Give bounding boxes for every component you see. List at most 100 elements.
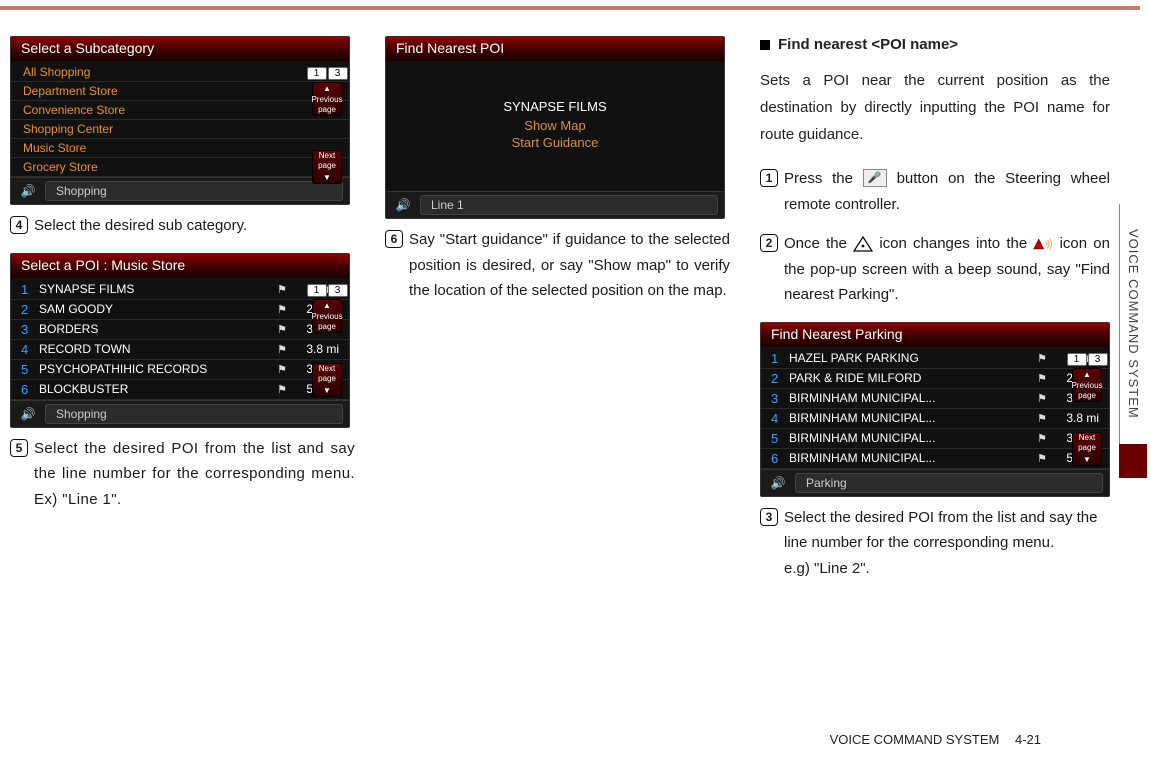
flag-icon: ⚑ — [1033, 432, 1051, 445]
device-body: SYNAPSE FILMS Show Map Start Guidance — [386, 61, 724, 191]
arrow-up-icon — [323, 300, 331, 311]
content-area: Select a Subcategory All Shopping Depart… — [10, 36, 1110, 595]
nav-sidebar: 1 3 Previous page Next page — [1069, 353, 1105, 466]
poi-title: SYNAPSE FILMS — [386, 99, 724, 114]
arrow-down-icon — [323, 172, 331, 183]
line-number: 2 — [771, 371, 789, 386]
step-number: 3 — [760, 508, 778, 526]
list-item: 2PARK & RIDE MILFORD⚑2.5 mi — [761, 369, 1109, 389]
top-stripe — [0, 6, 1140, 10]
poi-name: BLOCKBUSTER — [39, 382, 273, 396]
step-number: 2 — [760, 234, 778, 252]
next-label: Next page — [313, 364, 341, 384]
screenshot-subcategory: Select a Subcategory All Shopping Depart… — [10, 36, 350, 205]
device-body: 1SYNAPSE FILMS⚑2.0 mi2SAM GOODY⚑2.5 mi3B… — [11, 278, 349, 400]
screenshot-nearest-parking: Find Nearest Parking 1HAZEL PARK PARKING… — [760, 322, 1110, 497]
triangle-icon — [853, 235, 873, 251]
step-text: Once the icon changes into the icon on t… — [784, 231, 1110, 308]
screenshot-nearest-poi: Find Nearest POI SYNAPSE FILMS Show Map … — [385, 36, 725, 219]
page-total: 3 — [328, 67, 348, 80]
step-text: Select the desired POI from the list and… — [784, 505, 1110, 582]
next-label: Next page — [313, 151, 341, 171]
category-row: Shopping Center — [11, 120, 349, 139]
arrow-up-icon — [323, 83, 331, 94]
flag-icon: ⚑ — [1033, 412, 1051, 425]
arrow-down-icon — [323, 385, 331, 396]
line-number: 3 — [771, 391, 789, 406]
device-footer: 🔊 Shopping — [11, 400, 349, 427]
column-2: Find Nearest POI SYNAPSE FILMS Show Map … — [385, 36, 730, 595]
poi-name: PARK & RIDE MILFORD — [789, 371, 1033, 385]
step-number: 5 — [10, 439, 28, 457]
option-show-map[interactable]: Show Map — [386, 118, 724, 133]
prev-label: Previous page — [1071, 381, 1102, 401]
step-6: 6 Say "Start guidance" if guidance to th… — [385, 227, 730, 304]
category-row: Music Store — [11, 139, 349, 158]
option-start-guidance[interactable]: Start Guidance — [386, 135, 724, 150]
arrow-up-icon — [1083, 369, 1091, 380]
device-header: Select a Subcategory — [11, 37, 349, 61]
page-footer: VOICE COMMAND SYSTEM 4-21 — [830, 732, 1041, 747]
flag-icon: ⚑ — [1033, 372, 1051, 385]
device-header: Find Nearest POI — [386, 37, 724, 61]
step-text-part: icon changes into the — [879, 235, 1033, 252]
triangle-sound-icon — [1033, 235, 1053, 251]
page-current: 1 — [307, 284, 327, 297]
step-number: 6 — [385, 230, 403, 248]
device-body: 1HAZEL PARK PARKING⚑2.0 mi 2PARK & RIDE M… — [761, 347, 1109, 469]
device-body: All Shopping Department Store Convenienc… — [11, 61, 349, 177]
step-text-part: Once the — [784, 235, 853, 252]
line-number: 6 — [771, 451, 789, 466]
line-number: 4 — [771, 411, 789, 426]
poi-name: RECORD TOWN — [39, 342, 273, 356]
line-number: 6 — [21, 382, 39, 397]
next-page-button[interactable]: Next page — [312, 363, 342, 397]
flag-icon: ⚑ — [1033, 352, 1051, 365]
step-text-part: Press the — [784, 170, 863, 187]
arrow-down-icon — [1083, 454, 1091, 465]
flag-icon: ⚑ — [273, 283, 291, 296]
prev-page-button[interactable]: Previous page — [312, 82, 342, 116]
device-header: Find Nearest Parking — [761, 323, 1109, 347]
category-row: All Shopping — [11, 63, 349, 82]
device-footer: 🔊 Shopping — [11, 177, 349, 204]
footer-label: VOICE COMMAND SYSTEM — [830, 732, 1000, 747]
line-number: 5 — [21, 362, 39, 377]
flag-icon: ⚑ — [273, 303, 291, 316]
mic-icon: 🔊 — [392, 197, 414, 213]
poi-options: SYNAPSE FILMS Show Map Start Guidance — [386, 63, 724, 182]
flag-icon: ⚑ — [273, 343, 291, 356]
page-current: 1 — [1067, 353, 1087, 366]
step-text: Press the 🎤 button on the Steering wheel… — [784, 166, 1110, 217]
list-item: 1HAZEL PARK PARKING⚑2.0 mi — [761, 349, 1109, 369]
poi-name: SYNAPSE FILMS — [39, 282, 273, 296]
footer-pill: Line 1 — [420, 195, 718, 215]
device-footer: 🔊 Line 1 — [386, 191, 724, 218]
step-1: 1 Press the 🎤 button on the Steering whe… — [760, 166, 1110, 217]
page-total: 3 — [1088, 353, 1108, 366]
prev-page-button[interactable]: Previous page — [312, 299, 342, 333]
next-page-button[interactable]: Next page — [312, 150, 342, 184]
next-page-button[interactable]: Next page — [1072, 432, 1102, 466]
step-3: 3 Select the desired POI from the list a… — [760, 505, 1110, 582]
poi-name: BIRMINHAM MUNICIPAL... — [789, 391, 1033, 405]
line-number: 1 — [21, 282, 39, 297]
step-text: Select the desired POI from the list and… — [34, 436, 355, 513]
nav-sidebar: 1 3 Previous page Next page — [309, 67, 345, 184]
list-item: 4RECORD TOWN⚑3.8 mi — [11, 340, 349, 360]
footer-pill: Shopping — [45, 181, 343, 201]
line-number: 3 — [21, 322, 39, 337]
list-item: 3BIRMINHAM MUNICIPAL...⚑3.5 mi — [761, 389, 1109, 409]
step-text: Select the desired sub category. — [34, 213, 355, 239]
device-footer: 🔊 Parking — [761, 469, 1109, 496]
flag-icon: ⚑ — [273, 323, 291, 336]
prev-page-button[interactable]: Previous page — [1072, 368, 1102, 402]
list-item: 6BLOCKBUSTER⚑5.1 mi — [11, 380, 349, 400]
voice-button-icon: 🎤 — [863, 169, 887, 187]
device-header: Select a POI : Music Store — [11, 254, 349, 278]
category-row: Grocery Store — [11, 158, 349, 177]
step-4: 4 Select the desired sub category. — [10, 213, 355, 239]
next-label: Next page — [1073, 433, 1101, 453]
poi-name: BORDERS — [39, 322, 273, 336]
column-1: Select a Subcategory All Shopping Depart… — [10, 36, 355, 595]
